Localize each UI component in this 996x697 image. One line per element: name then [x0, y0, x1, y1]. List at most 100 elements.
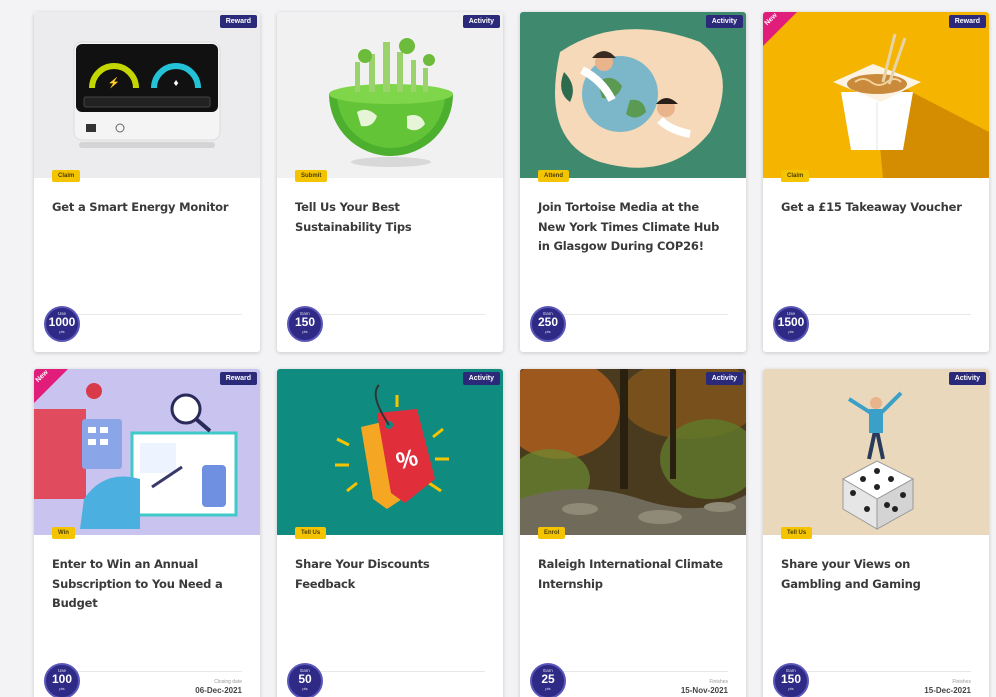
card-image: Activity	[520, 369, 746, 535]
card-title[interactable]: Tell Us Your Best Sustainability Tips	[295, 198, 485, 237]
points-verb: Use	[786, 311, 795, 316]
svg-text:♦: ♦	[173, 78, 178, 89]
closing-date: 15-Dec-2021	[924, 686, 971, 695]
card-takeaway-voucher[interactable]: New Reward Claim Get a £15 Takeaway Vouc…	[763, 12, 989, 352]
closing-info: Finishes 15-Dec-2021	[924, 679, 971, 695]
points-badge: Earn 25 pts	[530, 663, 566, 697]
points-badge: Use 100 pts	[44, 663, 80, 697]
card-image: Activity	[277, 12, 503, 178]
points-unit: pts	[788, 686, 794, 691]
points-value: 50	[298, 672, 312, 686]
points-badge: Earn 50 pts	[287, 663, 323, 697]
people-hugging-earth-illustration	[555, 29, 723, 168]
points-verb: Use	[57, 311, 66, 316]
type-tag: Activity	[705, 372, 743, 385]
type-tag: Reward	[948, 15, 986, 28]
closing-label: Closing date	[214, 679, 242, 685]
points-unit: pts	[545, 329, 551, 334]
action-tag: Submit	[295, 170, 328, 182]
action-tag: Claim	[781, 170, 810, 182]
type-tag: Activity	[705, 15, 743, 28]
action-tag: Enrol	[538, 527, 566, 539]
man-balancing-on-dice-illustration	[841, 391, 915, 530]
card-title[interactable]: Enter to Win an Annual Subscription to Y…	[52, 555, 242, 614]
card-title[interactable]: Raleigh International Climate Internship	[538, 555, 728, 594]
divider	[74, 314, 242, 315]
divider	[317, 314, 485, 315]
points-verb: Earn	[543, 311, 553, 316]
new-label: New	[34, 369, 50, 385]
points-badge: Use 1000 pts	[44, 306, 80, 342]
points-unit: pts	[302, 686, 308, 691]
new-label: New	[763, 12, 779, 28]
card-image: Activity	[520, 12, 746, 178]
points-value: 150	[780, 672, 802, 686]
points-unit: pts	[59, 686, 65, 691]
type-tag: Activity	[462, 372, 500, 385]
card-title[interactable]: Get a £15 Takeaway Voucher	[781, 198, 971, 218]
points-badge: Earn 150 pts	[773, 663, 809, 697]
new-ribbon: New	[34, 369, 68, 403]
page: ⚡ ♦ Reward Claim Get a Smart Energy Moni…	[0, 0, 996, 697]
closing-info: Closing date 06-Dec-2021	[195, 679, 242, 695]
type-tag: Reward	[219, 15, 257, 28]
card-image: % Activity	[277, 369, 503, 535]
type-tag: Activity	[462, 15, 500, 28]
card-grid: ⚡ ♦ Reward Claim Get a Smart Energy Moni…	[34, 12, 989, 697]
closing-date: 15-Nov-2021	[680, 686, 728, 695]
points-value: 100	[51, 672, 73, 686]
discount-tags-illustration: %	[335, 384, 449, 509]
card-image: New Reward	[763, 12, 989, 178]
forest-stream-photo	[520, 369, 746, 535]
action-tag: Tell Us	[781, 527, 813, 539]
closing-info: Finishes 15-Nov-2021	[681, 679, 728, 695]
points-badge: Earn 150 pts	[287, 306, 323, 342]
points-verb: Earn	[786, 668, 796, 673]
card-sustainability-tips[interactable]: Activity Submit Tell Us Your Best Sustai…	[277, 12, 503, 352]
points-verb: Use	[57, 668, 66, 673]
smart-monitor-illustration: ⚡ ♦	[73, 41, 221, 148]
points-badge: Use 1500 pts	[773, 306, 809, 342]
points-verb: Earn	[300, 668, 310, 673]
points-badge: Earn 250 pts	[530, 306, 566, 342]
divider	[560, 314, 728, 315]
divider	[74, 671, 242, 672]
divider	[803, 671, 971, 672]
divider	[317, 671, 485, 672]
green-earth-illustration	[329, 38, 453, 167]
action-tag: Win	[52, 527, 75, 539]
points-value: 1000	[48, 315, 76, 329]
action-tag: Attend	[538, 170, 569, 182]
type-tag: Activity	[948, 372, 986, 385]
points-unit: pts	[302, 329, 308, 334]
card-gambling-gaming-views[interactable]: Activity Tell Us Share your Views on Gam…	[763, 369, 989, 697]
card-win-budget-subscription[interactable]: New Reward Win Enter to Win an Annual Su…	[34, 369, 260, 697]
points-unit: pts	[59, 329, 65, 334]
card-tortoise-media-cop26[interactable]: Activity Attend Join Tortoise Media at t…	[520, 12, 746, 352]
type-tag: Reward	[219, 372, 257, 385]
points-value: 1500	[777, 315, 805, 329]
points-value: 150	[294, 315, 316, 329]
divider	[803, 314, 971, 315]
closing-label: Finishes	[709, 679, 728, 685]
points-unit: pts	[545, 686, 551, 691]
card-title[interactable]: Share your Views on Gambling and Gaming	[781, 555, 971, 594]
closing-label: Finishes	[952, 679, 971, 685]
card-image: New Reward	[34, 369, 260, 535]
action-tag: Tell Us	[295, 527, 327, 539]
card-title[interactable]: Join Tortoise Media at the New York Time…	[538, 198, 728, 257]
closing-date: 06-Dec-2021	[195, 686, 242, 695]
points-verb: Earn	[300, 311, 310, 316]
points-value: 250	[537, 315, 559, 329]
points-value: 25	[541, 672, 555, 686]
card-image: ⚡ ♦ Reward	[34, 12, 260, 178]
card-title[interactable]: Get a Smart Energy Monitor	[52, 198, 242, 218]
points-verb: Earn	[543, 668, 553, 673]
divider	[560, 671, 728, 672]
card-smart-energy-monitor[interactable]: ⚡ ♦ Reward Claim Get a Smart Energy Moni…	[34, 12, 260, 352]
card-raleigh-internship[interactable]: Activity Enrol Raleigh International Cli…	[520, 369, 746, 697]
svg-text:⚡: ⚡	[108, 76, 120, 89]
card-image: Activity	[763, 369, 989, 535]
card-discounts-feedback[interactable]: % Activity Tell Us Share Your Discounts …	[277, 369, 503, 697]
card-title[interactable]: Share Your Discounts Feedback	[295, 555, 485, 594]
